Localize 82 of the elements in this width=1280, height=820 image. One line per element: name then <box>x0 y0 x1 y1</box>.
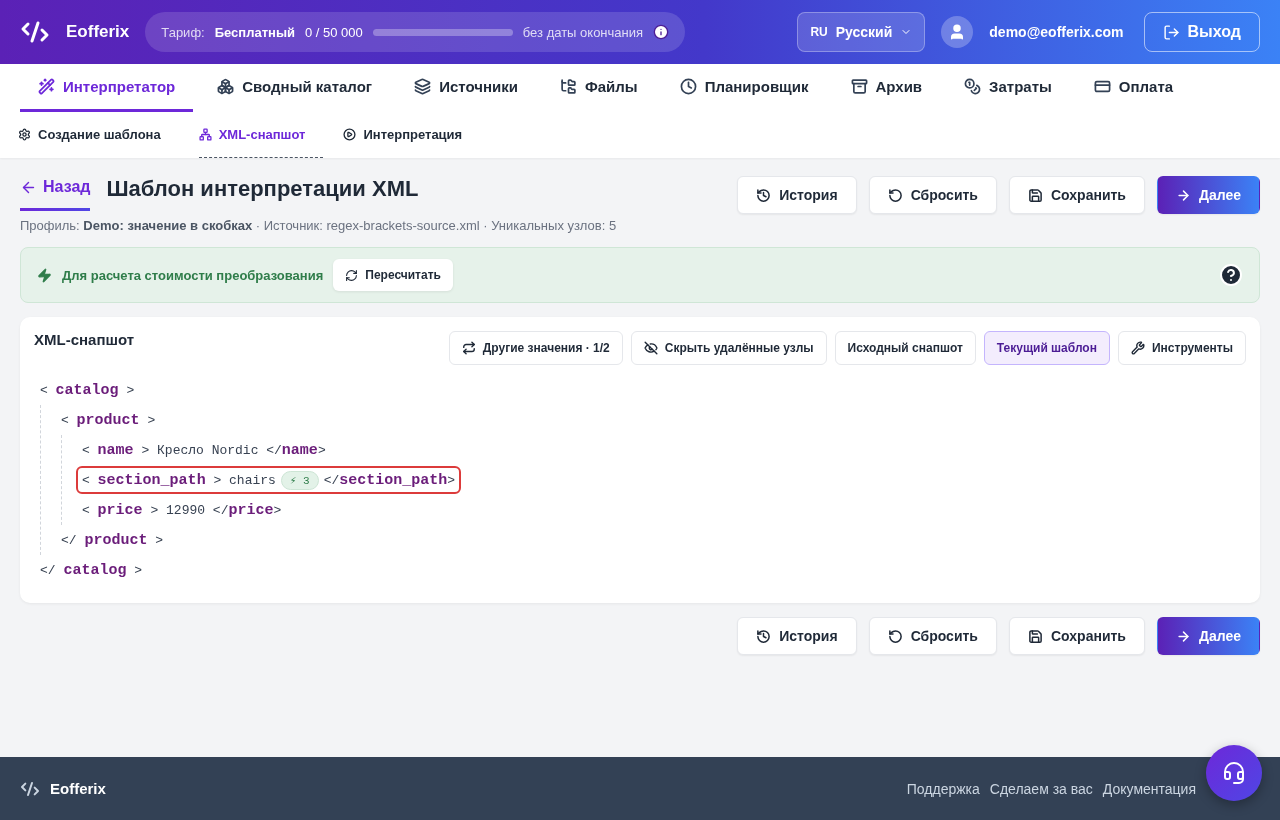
action-button[interactable]: История <box>737 176 857 214</box>
avatar <box>941 16 974 48</box>
hierarchy-icon <box>198 128 212 141</box>
folder-tree-icon <box>559 78 577 95</box>
nav-tab[interactable]: Планировщик <box>661 64 827 112</box>
undo-icon <box>887 628 903 644</box>
toolbar-button[interactable]: Другие значения · 1/2 <box>448 331 623 365</box>
boxes-icon <box>217 78 235 95</box>
settings-icon <box>18 128 31 141</box>
user-email: demo@eofferix.com <box>989 24 1124 40</box>
nav-tab[interactable]: Архив <box>832 64 941 112</box>
toolbar-button[interactable]: Скрыть удалённые узлы <box>630 331 827 365</box>
nav-tab[interactable]: Файлы <box>541 64 656 112</box>
action-button[interactable]: Сбросить <box>868 176 997 214</box>
xml-element: < section_path > chairs <box>82 471 276 489</box>
headset-icon <box>1222 761 1246 785</box>
arrow-right-icon <box>1175 187 1191 203</box>
nav-tab[interactable]: Оплата <box>1075 64 1192 112</box>
sub-tab[interactable]: Интерпретация <box>343 112 481 158</box>
footer-brand: Eofferix <box>50 780 106 797</box>
plan-label: Тариф: <box>161 24 205 40</box>
plan-expiry: без даты окончания <box>522 24 644 40</box>
save-icon <box>1028 187 1043 203</box>
action-button[interactable]: Сбросить <box>868 617 997 655</box>
xml-open-tag: < product > <box>61 411 156 429</box>
play-icon <box>343 128 357 141</box>
coins-icon <box>964 78 982 95</box>
history-icon <box>756 187 772 203</box>
match-count-badge: ⚡ 3 <box>280 470 319 490</box>
xml-element: < name > Кресло Nordic </name> <box>82 441 326 459</box>
logout-button[interactable]: Выход <box>1143 12 1260 52</box>
page-title: Шаблон интерпретации XML <box>106 176 420 202</box>
profile-info: Профиль: Demo: значение в скобках · Источник: regex-brackets-source.xml · Уникальных узлов: 5 <box>20 218 618 233</box>
clock-icon <box>679 78 697 95</box>
eye-off-icon <box>643 341 658 355</box>
logo-icon <box>20 20 50 44</box>
xml-open-tag: < catalog > <box>40 381 135 399</box>
arrow-right-icon <box>1175 628 1191 644</box>
toolbar-button[interactable]: Исходный снапшот <box>834 331 976 365</box>
refresh-icon <box>345 268 359 282</box>
support-button[interactable] <box>1206 745 1262 801</box>
footer-link[interactable]: Поддержка <box>906 780 980 797</box>
card-title: XML-снапшот <box>34 331 136 348</box>
wrench-icon <box>1130 341 1145 355</box>
xml-close-tag: </ catalog > <box>40 561 143 579</box>
save-icon <box>1028 628 1043 644</box>
credit-card-icon <box>1093 78 1111 95</box>
action-button[interactable]: История <box>737 617 857 655</box>
lightning-icon <box>37 267 52 283</box>
xml-element: < price > 12990 </price> <box>82 501 282 519</box>
recalculate-button[interactable]: Пересчитать <box>333 259 453 291</box>
nav-tab[interactable]: Источники <box>396 64 536 112</box>
action-button[interactable]: Сохранить <box>1009 176 1145 214</box>
notice-text: Для расчета стоимости преобразования <box>62 267 324 283</box>
logout-icon <box>1162 23 1180 41</box>
brand-name: Eofferix <box>66 22 130 42</box>
xml-close-tag: </section_path> <box>323 471 456 489</box>
info-icon[interactable] <box>653 24 670 40</box>
toolbar-button[interactable]: Инструменты <box>1117 331 1246 365</box>
nav-tab[interactable]: Сводный каталог <box>199 64 391 112</box>
sub-tab[interactable]: XML-снапшот <box>198 112 324 158</box>
undo-icon <box>887 187 903 203</box>
plan-name: Бесплатный <box>214 24 295 40</box>
footer-link[interactable]: Документация <box>1102 780 1196 797</box>
history-icon <box>756 628 772 644</box>
sub-tab[interactable]: Создание шаблона <box>18 112 179 158</box>
usage-count: 0 / 50 000 <box>305 24 363 40</box>
help-icon[interactable] <box>1219 263 1243 287</box>
archive-icon <box>850 78 868 95</box>
nav-tab[interactable]: Затраты <box>946 64 1070 112</box>
action-button[interactable]: Сохранить <box>1009 617 1145 655</box>
next-button[interactable]: Далее <box>1156 176 1260 214</box>
layers-icon <box>414 78 432 95</box>
wand-icon <box>38 78 55 95</box>
back-link[interactable]: Назад <box>20 176 91 211</box>
toolbar-button[interactable]: Текущий шаблон <box>983 331 1110 365</box>
xml-close-tag: </ product > <box>61 531 164 549</box>
next-button[interactable]: Далее <box>1156 617 1260 655</box>
repeat-icon <box>461 341 476 355</box>
footer-link[interactable]: Сделаем за вас <box>989 780 1093 797</box>
logo-icon <box>20 780 40 797</box>
language-select[interactable]: RU Русский <box>797 12 926 52</box>
